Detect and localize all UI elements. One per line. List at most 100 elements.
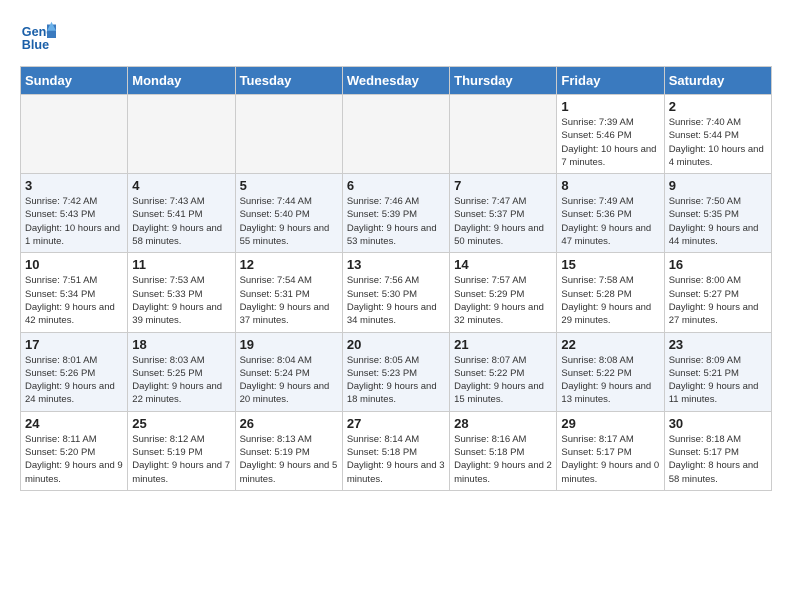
day-number: 13: [347, 257, 445, 272]
calendar-header-cell: Saturday: [664, 67, 771, 95]
logo: General Blue: [20, 20, 56, 56]
calendar-day-cell: [342, 95, 449, 174]
calendar-day-cell: 25Sunrise: 8:12 AM Sunset: 5:19 PM Dayli…: [128, 411, 235, 490]
calendar-day-cell: [235, 95, 342, 174]
day-info: Sunrise: 7:57 AM Sunset: 5:29 PM Dayligh…: [454, 274, 552, 327]
day-number: 2: [669, 99, 767, 114]
calendar-day-cell: [450, 95, 557, 174]
calendar-day-cell: 23Sunrise: 8:09 AM Sunset: 5:21 PM Dayli…: [664, 332, 771, 411]
day-info: Sunrise: 7:46 AM Sunset: 5:39 PM Dayligh…: [347, 195, 445, 248]
day-info: Sunrise: 8:01 AM Sunset: 5:26 PM Dayligh…: [25, 354, 123, 407]
day-info: Sunrise: 8:14 AM Sunset: 5:18 PM Dayligh…: [347, 433, 445, 486]
calendar-day-cell: 2 Sunrise: 7:40 AM Sunset: 5:44 PM Daylig…: [664, 95, 771, 174]
day-info: Sunrise: 7:44 AM Sunset: 5:40 PM Dayligh…: [240, 195, 338, 248]
day-number: 15: [561, 257, 659, 272]
day-number: 3: [25, 178, 123, 193]
calendar-day-cell: 15 Sunrise: 7:58 AM Sunset: 5:28 PM Dayli…: [557, 253, 664, 332]
calendar-day-cell: 7 Sunrise: 7:47 AM Sunset: 5:37 PM Daylig…: [450, 174, 557, 253]
calendar-day-cell: 18 Sunrise: 8:03 AM Sunset: 5:25 PM Dayli…: [128, 332, 235, 411]
day-number: 20: [347, 337, 445, 352]
logo-icon: General Blue: [20, 20, 56, 56]
header: General Blue: [20, 20, 772, 56]
day-info: Sunrise: 7:56 AM Sunset: 5:30 PM Dayligh…: [347, 274, 445, 327]
calendar-day-cell: 24Sunrise: 8:11 AM Sunset: 5:20 PM Dayli…: [21, 411, 128, 490]
day-number: 28: [454, 416, 552, 431]
day-info: Sunrise: 7:53 AM Sunset: 5:33 PM Dayligh…: [132, 274, 230, 327]
calendar-day-cell: 14 Sunrise: 7:57 AM Sunset: 5:29 PM Dayli…: [450, 253, 557, 332]
day-info: Sunrise: 8:13 AM Sunset: 5:19 PM Dayligh…: [240, 433, 338, 486]
day-info: Sunrise: 7:49 AM Sunset: 5:36 PM Dayligh…: [561, 195, 659, 248]
day-number: 23: [669, 337, 767, 352]
day-number: 12: [240, 257, 338, 272]
calendar-day-cell: 22 Sunrise: 8:08 AM Sunset: 5:22 PM Dayli…: [557, 332, 664, 411]
day-number: 30: [669, 416, 767, 431]
calendar-day-cell: 5 Sunrise: 7:44 AM Sunset: 5:40 PM Daylig…: [235, 174, 342, 253]
day-info: Sunrise: 7:51 AM Sunset: 5:34 PM Dayligh…: [25, 274, 123, 327]
day-info: Sunrise: 7:54 AM Sunset: 5:31 PM Dayligh…: [240, 274, 338, 327]
day-info: Sunrise: 8:08 AM Sunset: 5:22 PM Dayligh…: [561, 354, 659, 407]
calendar-week-row: 24Sunrise: 8:11 AM Sunset: 5:20 PM Dayli…: [21, 411, 772, 490]
day-info: Sunrise: 8:17 AM Sunset: 5:17 PM Dayligh…: [561, 433, 659, 486]
calendar-day-cell: 30 Sunrise: 8:18 AM Sunset: 5:17 PM Dayli…: [664, 411, 771, 490]
calendar-day-cell: 4 Sunrise: 7:43 AM Sunset: 5:41 PM Daylig…: [128, 174, 235, 253]
calendar-day-cell: 17 Sunrise: 8:01 AM Sunset: 5:26 PM Dayli…: [21, 332, 128, 411]
calendar-day-cell: 29 Sunrise: 8:17 AM Sunset: 5:17 PM Dayli…: [557, 411, 664, 490]
day-number: 9: [669, 178, 767, 193]
day-number: 10: [25, 257, 123, 272]
day-number: 11: [132, 257, 230, 272]
calendar-day-cell: 6Sunrise: 7:46 AM Sunset: 5:39 PM Daylig…: [342, 174, 449, 253]
day-info: Sunrise: 8:16 AM Sunset: 5:18 PM Dayligh…: [454, 433, 552, 486]
day-number: 16: [669, 257, 767, 272]
day-info: Sunrise: 7:43 AM Sunset: 5:41 PM Dayligh…: [132, 195, 230, 248]
day-info: Sunrise: 8:11 AM Sunset: 5:20 PM Dayligh…: [25, 433, 123, 486]
calendar-header-cell: Sunday: [21, 67, 128, 95]
day-number: 26: [240, 416, 338, 431]
day-info: Sunrise: 8:07 AM Sunset: 5:22 PM Dayligh…: [454, 354, 552, 407]
day-number: 5: [240, 178, 338, 193]
day-number: 18: [132, 337, 230, 352]
day-number: 17: [25, 337, 123, 352]
calendar-day-cell: 8 Sunrise: 7:49 AM Sunset: 5:36 PM Daylig…: [557, 174, 664, 253]
calendar-week-row: 1 Sunrise: 7:39 AM Sunset: 5:46 PM Daylig…: [21, 95, 772, 174]
calendar-body: 1 Sunrise: 7:39 AM Sunset: 5:46 PM Daylig…: [21, 95, 772, 491]
day-number: 7: [454, 178, 552, 193]
calendar-day-cell: 11 Sunrise: 7:53 AM Sunset: 5:33 PM Dayli…: [128, 253, 235, 332]
calendar-header-row: SundayMondayTuesdayWednesdayThursdayFrid…: [21, 67, 772, 95]
day-info: Sunrise: 8:18 AM Sunset: 5:17 PM Dayligh…: [669, 433, 767, 486]
svg-text:Blue: Blue: [22, 38, 49, 52]
day-info: Sunrise: 7:58 AM Sunset: 5:28 PM Dayligh…: [561, 274, 659, 327]
calendar-day-cell: 20Sunrise: 8:05 AM Sunset: 5:23 PM Dayli…: [342, 332, 449, 411]
calendar-week-row: 10 Sunrise: 7:51 AM Sunset: 5:34 PM Dayli…: [21, 253, 772, 332]
calendar-day-cell: 13 Sunrise: 7:56 AM Sunset: 5:30 PM Dayli…: [342, 253, 449, 332]
day-number: 22: [561, 337, 659, 352]
day-info: Sunrise: 7:39 AM Sunset: 5:46 PM Dayligh…: [561, 116, 659, 169]
calendar-header-cell: Thursday: [450, 67, 557, 95]
calendar-day-cell: 10 Sunrise: 7:51 AM Sunset: 5:34 PM Dayli…: [21, 253, 128, 332]
calendar-day-cell: [128, 95, 235, 174]
day-info: Sunrise: 7:42 AM Sunset: 5:43 PM Dayligh…: [25, 195, 123, 248]
calendar-header-cell: Wednesday: [342, 67, 449, 95]
calendar-day-cell: 27 Sunrise: 8:14 AM Sunset: 5:18 PM Dayli…: [342, 411, 449, 490]
calendar-day-cell: [21, 95, 128, 174]
day-info: Sunrise: 7:47 AM Sunset: 5:37 PM Dayligh…: [454, 195, 552, 248]
day-info: Sunrise: 8:03 AM Sunset: 5:25 PM Dayligh…: [132, 354, 230, 407]
calendar-day-cell: 28 Sunrise: 8:16 AM Sunset: 5:18 PM Dayli…: [450, 411, 557, 490]
day-number: 4: [132, 178, 230, 193]
day-info: Sunrise: 8:00 AM Sunset: 5:27 PM Dayligh…: [669, 274, 767, 327]
day-number: 27: [347, 416, 445, 431]
day-info: Sunrise: 7:40 AM Sunset: 5:44 PM Dayligh…: [669, 116, 767, 169]
day-info: Sunrise: 8:04 AM Sunset: 5:24 PM Dayligh…: [240, 354, 338, 407]
calendar-week-row: 3 Sunrise: 7:42 AM Sunset: 5:43 PM Daylig…: [21, 174, 772, 253]
calendar-day-cell: 16 Sunrise: 8:00 AM Sunset: 5:27 PM Dayli…: [664, 253, 771, 332]
calendar-day-cell: 12 Sunrise: 7:54 AM Sunset: 5:31 PM Dayli…: [235, 253, 342, 332]
day-number: 8: [561, 178, 659, 193]
calendar-day-cell: 9Sunrise: 7:50 AM Sunset: 5:35 PM Daylig…: [664, 174, 771, 253]
day-number: 1: [561, 99, 659, 114]
day-number: 29: [561, 416, 659, 431]
calendar-day-cell: 26 Sunrise: 8:13 AM Sunset: 5:19 PM Dayli…: [235, 411, 342, 490]
day-number: 19: [240, 337, 338, 352]
day-number: 25: [132, 416, 230, 431]
calendar-header-cell: Friday: [557, 67, 664, 95]
day-number: 14: [454, 257, 552, 272]
calendar-week-row: 17 Sunrise: 8:01 AM Sunset: 5:26 PM Dayli…: [21, 332, 772, 411]
